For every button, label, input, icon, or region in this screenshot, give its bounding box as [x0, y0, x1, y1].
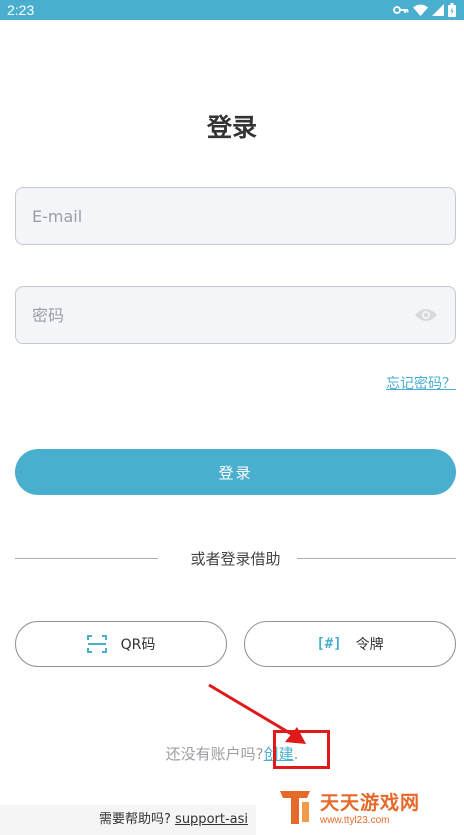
watermark: 天天游戏网 www.ttyl23.com [256, 779, 464, 835]
page-title: 登录 [206, 113, 257, 142]
email-field[interactable] [15, 187, 456, 245]
annotation-highlight-box [273, 730, 330, 769]
watermark-title: 天天游戏网 [320, 792, 421, 814]
key-icon [393, 5, 409, 15]
watermark-logo-icon [278, 788, 312, 826]
divider-line-right [297, 558, 456, 559]
token-label: 令牌 [355, 637, 384, 653]
divider-text: 或者登录借助 [190, 550, 281, 568]
wifi-icon [413, 4, 428, 16]
watermark-text: 天天游戏网 www.ttyl23.com [320, 788, 420, 826]
token-login-button[interactable]: [#] 令牌 [244, 621, 456, 667]
support-link[interactable]: support-asi [175, 812, 248, 827]
qr-label: QR码 [120, 637, 156, 653]
status-bar: 2:23 [0, 0, 464, 20]
battery-icon [448, 3, 456, 17]
watermark-url: www.ttyl23.com [320, 815, 390, 826]
status-icons [393, 3, 456, 17]
qr-scan-icon [86, 635, 107, 653]
qr-login-button[interactable]: QR码 [15, 621, 227, 667]
password-field[interactable] [15, 286, 456, 344]
login-button[interactable]: 登录 [15, 449, 456, 495]
password-input[interactable] [32, 305, 413, 325]
token-icon: [#] [316, 636, 342, 652]
status-time: 2:23 [7, 2, 35, 18]
eye-icon[interactable] [413, 302, 439, 328]
forgot-password-link[interactable]: 忘记密码？ [386, 373, 456, 393]
help-prompt: 需要帮助吗? [99, 812, 171, 827]
or-divider: 或者登录借助 [15, 549, 456, 569]
email-input[interactable] [32, 206, 439, 226]
signal-icon [432, 4, 444, 16]
